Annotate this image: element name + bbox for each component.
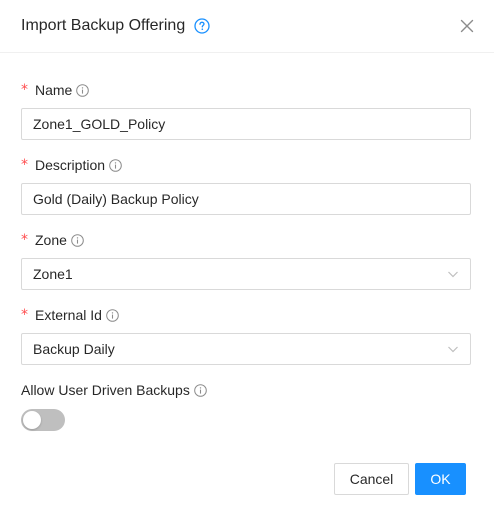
required-mark: * — [21, 157, 28, 173]
description-label: Description — [35, 157, 106, 173]
dialog-header: Import Backup Offering — [0, 0, 494, 53]
info-circle-icon[interactable] — [109, 158, 122, 172]
name-field: * Name — [21, 80, 471, 140]
required-mark: * — [21, 232, 28, 248]
name-label-row: * Name — [21, 80, 471, 100]
external-id-select-value: Backup Daily — [33, 341, 115, 357]
required-mark: * — [21, 82, 28, 98]
import-backup-offering-dialog: Import Backup Offering * Name Zone1_GOLD… — [0, 0, 494, 518]
external-id-label: External Id — [35, 307, 102, 323]
zone-field: * Zone Zone1 — [21, 230, 471, 290]
allow-user-driven-label-row: Allow User Driven Backups — [21, 380, 471, 400]
info-circle-icon[interactable] — [76, 83, 90, 97]
ok-button[interactable]: OK — [415, 463, 466, 495]
name-input[interactable] — [21, 108, 471, 140]
description-input[interactable] — [21, 183, 471, 215]
description-label-row: * Description — [21, 155, 471, 175]
zone-label: Zone — [35, 232, 67, 248]
close-icon[interactable] — [460, 19, 474, 33]
info-circle-icon[interactable] — [71, 233, 84, 247]
toggle-knob — [23, 411, 41, 429]
zone-select-value: Zone1 — [33, 266, 73, 282]
cancel-button[interactable]: Cancel — [334, 463, 409, 495]
zone-label-row: * Zone — [21, 230, 471, 250]
external-id-select[interactable]: Backup Daily — [21, 333, 471, 365]
external-id-field: * External Id Backup Daily — [21, 305, 471, 365]
name-label: Name — [35, 82, 73, 98]
description-field: * Description — [21, 155, 471, 215]
external-id-label-row: * External Id — [21, 305, 471, 325]
zone-select[interactable]: Zone1 — [21, 258, 471, 290]
chevron-down-icon — [447, 268, 459, 280]
allow-user-driven-toggle[interactable] — [21, 409, 65, 431]
question-circle-icon[interactable] — [194, 18, 210, 34]
info-circle-icon[interactable] — [106, 308, 119, 322]
allow-user-driven-label: Allow User Driven Backups — [21, 382, 190, 398]
chevron-down-icon — [447, 343, 459, 355]
allow-user-driven-field: Allow User Driven Backups — [21, 380, 471, 400]
dialog-title: Import Backup Offering — [21, 17, 186, 34]
info-circle-icon[interactable] — [194, 383, 207, 397]
required-mark: * — [21, 307, 28, 323]
